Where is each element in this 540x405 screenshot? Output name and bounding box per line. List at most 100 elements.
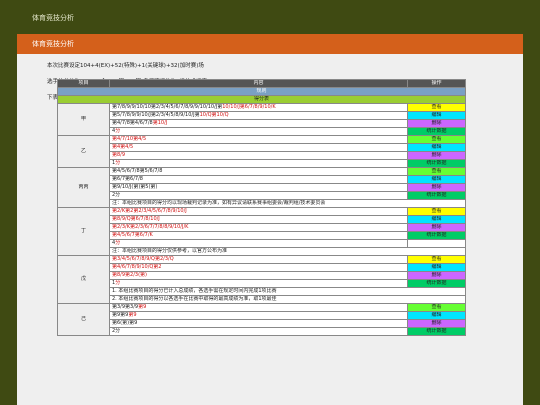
action-button[interactable]: 统计数据: [407, 279, 466, 288]
content-cell: 第4/6/7/8/9/10/Q第2: [109, 263, 408, 272]
text-segment: 第8/9/Q第6/7/8/10/J: [112, 216, 160, 223]
action-button[interactable]: 编辑: [407, 175, 466, 184]
table-row: 戊第3/4/5/6/7/8/9/Q第2/3/Q 查看: [57, 255, 466, 304]
col-header-item: 项目: [57, 79, 110, 88]
text-segment: 第9: [128, 312, 137, 319]
action-button[interactable]: 查看: [407, 103, 466, 112]
panel-title: 体育竞技分析: [17, 34, 523, 54]
text-segment: 第6/7第6/7/8: [112, 176, 143, 183]
rules-table: 项目 内容 操作 规则 得分表 甲第7/8/9/9/10/10第2/3/4/5/…: [57, 79, 466, 336]
content-cell: 4分: [109, 127, 408, 136]
action-button[interactable]: 统计数据: [407, 159, 466, 168]
note-text: 注：本组比赛项目的得分仅供参考，以官方公布为准: [109, 247, 466, 256]
content-cell: 1分: [109, 279, 408, 288]
table-row: 2分 统计数据: [58, 327, 466, 336]
table-row: 乙第4/7/10第4/5 查看: [57, 135, 466, 168]
content-cell: 第4/5/6/7/8第5/6/7/8: [109, 167, 408, 176]
description-line: 本次比赛设定104+4(EX)+52(特殊)+1(关键球)+32(加时赛)场: [47, 63, 523, 69]
table-row: 4分 统计数据: [58, 127, 466, 136]
text-segment: 10/10/J第6/7/8/9/10/K: [222, 104, 276, 111]
text-segment: 第4/5/6/7第6/7/K: [112, 232, 153, 239]
text-segment: 第3/9第3/9: [112, 304, 139, 311]
action-button: [407, 239, 466, 248]
action-button[interactable]: 统计数据: [407, 231, 466, 240]
text-segment: 分: [115, 240, 121, 247]
text-segment: 第4/7/10第4/5: [112, 136, 147, 143]
note-row: 注：本组比赛项目的得分均以现场裁判记录为准，如有异议请联系赛事组委会/裁判组/技…: [58, 199, 466, 208]
table-row: 第4/5/6/7第6/7/K 统计数据: [58, 231, 466, 240]
table-row: 第4第4/5 编辑: [58, 143, 466, 152]
action-button[interactable]: 删除: [407, 271, 466, 280]
table-row: 第9第9第9 编辑: [58, 311, 466, 320]
text-segment: 分: [115, 128, 121, 135]
action-button[interactable]: 删除: [407, 119, 466, 128]
text-segment: 分: [115, 280, 121, 287]
note-text: 2. 本组比赛项目的得分以各选手在比赛中取得的最高成绩为准，取1项最佳: [109, 295, 466, 304]
site-title: 体育竞技分析: [32, 14, 74, 22]
content-cell: 第8/9第2/3(第): [109, 271, 408, 280]
action-button[interactable]: 删除: [407, 319, 466, 328]
action-button[interactable]: 编辑: [407, 111, 466, 120]
content-cell: 第9第9第9: [109, 311, 408, 320]
text-segment: 第8/9: [112, 152, 126, 159]
action-button[interactable]: 删除: [407, 223, 466, 232]
text-segment: 第4/5/6/7/8第5/6/7/8: [112, 168, 163, 175]
text-segment: 第4/6/7/8/9/10/Q第2: [112, 264, 162, 271]
text-segment: 10/Q第10/Q: [199, 112, 229, 119]
action-button[interactable]: 查看: [407, 207, 466, 216]
text-segment: 第3/4/5/6/7/8/9/Q第2/3/Q: [112, 256, 174, 263]
action-button[interactable]: 编辑: [407, 215, 466, 224]
table-row: 第8/9 删除: [58, 151, 466, 160]
content-cell: 第4/7/8第4/6/7/8第10/J: [109, 119, 408, 128]
table-row: 第9/10/J(第)第5(第) 删除: [58, 183, 466, 192]
text-segment: 第8/9第2/3(第): [112, 272, 147, 279]
action-button[interactable]: 删除: [407, 183, 466, 192]
note-row: 注：本组比赛项目的得分仅供参考，以官方公布为准: [58, 247, 466, 256]
text-segment: 本次比赛设定104+4(EX)+52(特殊)+1(关键球)+32(加时赛)场: [47, 63, 204, 69]
action-button[interactable]: 删除: [407, 151, 466, 160]
action-button[interactable]: 编辑: [407, 263, 466, 272]
group-name: 乙: [57, 135, 110, 168]
action-button[interactable]: 统计数据: [407, 327, 466, 336]
group-name: 丁: [57, 207, 110, 256]
group-name: 己: [57, 303, 110, 336]
action-button[interactable]: 查看: [407, 135, 466, 144]
action-button[interactable]: 查看: [407, 255, 466, 264]
text-segment: 2分: [112, 192, 121, 199]
text-segment: 第2/3/K第2/3/6/7/7/8/8/9/10/J/K: [112, 224, 189, 231]
action-button[interactable]: 编辑: [407, 311, 466, 320]
content-cell: 第2/K第2第2/3/4/5/6/7/8/9/10/J: [109, 207, 408, 216]
table-row: 第8/9/Q第6/7/8/10/J 编辑: [58, 215, 466, 224]
text-segment: 第9: [138, 304, 147, 311]
action-button[interactable]: 统计数据: [407, 127, 466, 136]
content-cell: 第5/7/8/9/9/10/J第2/3/4/5/8/9/10/J第10/Q第10…: [109, 111, 408, 120]
text-segment: 第2/K第2第2/3/4/5/6/7/8/9/10/J: [112, 208, 187, 215]
action-button[interactable]: 查看: [407, 167, 466, 176]
text-segment: 分: [115, 160, 121, 167]
table-row: 甲第7/8/9/9/10/10第2/3/4/5/6/7/8/9/9/10/10/…: [57, 103, 466, 136]
group-name: 甲: [57, 103, 110, 136]
group-name: 丙丙: [57, 167, 110, 208]
content-cell: 第9/10/J(第)第5(第): [109, 183, 408, 192]
text-segment: 第10/J: [152, 120, 168, 127]
table-row: 2分 统计数据: [58, 191, 466, 200]
content-cell: 1分: [109, 159, 408, 168]
text-segment: 第4/7/8第4/6/7/8: [112, 120, 153, 127]
text-segment: 第4第4/5: [112, 144, 134, 151]
col-header-action: 操作: [407, 79, 466, 88]
content-cell: 第6(第)第9: [109, 319, 408, 328]
action-button[interactable]: 查看: [407, 303, 466, 312]
content-cell: 第6/7第6/7/8: [109, 175, 408, 184]
content-cell: 第8/9/Q第6/7/8/10/J: [109, 215, 408, 224]
action-button[interactable]: 编辑: [407, 143, 466, 152]
content-cell: 第4/7/10第4/5: [109, 135, 408, 144]
table-row: 第4/7/8第4/6/7/8第10/J 删除: [58, 119, 466, 128]
note-text: 1. 本组比赛项目的得分已计入总成绩，各选手需在规定时间内完成1项比赛: [109, 287, 466, 296]
action-button[interactable]: 统计数据: [407, 191, 466, 200]
content-cell: 第3/9第3/9第9: [109, 303, 408, 312]
table-row: 第2/3/K第2/3/6/7/7/8/8/9/10/J/K 删除: [58, 223, 466, 232]
text-segment: 第5/7/8/9/9/10/J第2/3/4/5/8/9/10/J第: [112, 112, 200, 119]
table-row: 丙丙 第4/5/6/7/8第5/6/7/8 查看: [57, 167, 466, 208]
text-segment: 第6(第)第9: [112, 320, 138, 327]
content-cell: 第8/9: [109, 151, 408, 160]
